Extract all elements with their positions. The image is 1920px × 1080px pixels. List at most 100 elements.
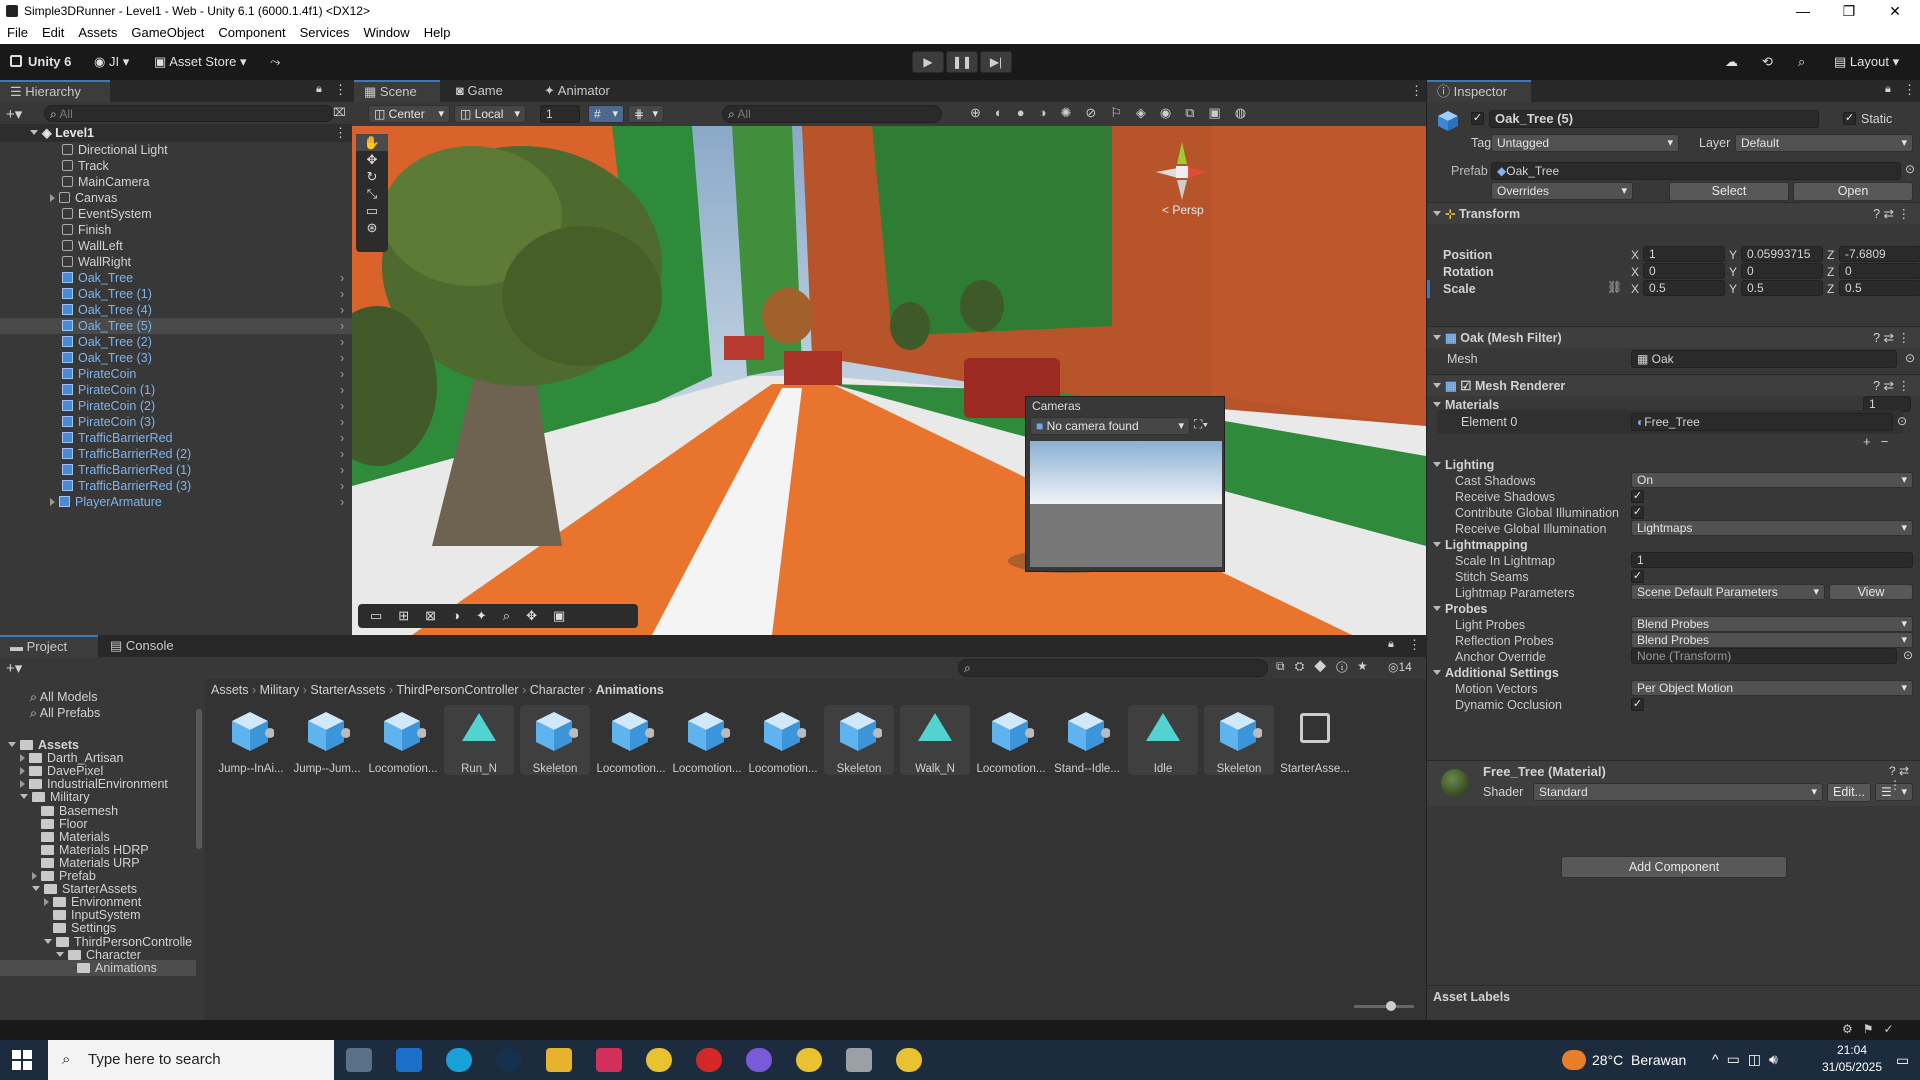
mesh-field[interactable]: ▦ Oak [1631,350,1897,368]
expand-arrow-icon[interactable] [50,498,55,506]
axis-y-label[interactable]: Y [1729,280,1737,298]
axis-y-label[interactable]: Y [1729,263,1737,281]
axis-z-label[interactable]: Z [1827,263,1834,281]
persp-label[interactable]: < Persp [1162,203,1204,217]
reflection-probes-dropdown[interactable]: Blend Probes [1631,632,1913,648]
add-component-button[interactable]: Add Component [1561,856,1787,878]
expand-arrow-icon[interactable] [44,898,49,907]
expand-arrow-icon[interactable] [20,794,28,800]
inspector-kebab-icon[interactable]: ⋮ [1903,82,1916,98]
menu-file[interactable]: File [0,23,35,42]
axis-z-label[interactable]: Z [1827,246,1834,264]
maximize-button[interactable]: ❐ [1826,0,1872,23]
tab-inspector[interactable]: ⓘ Inspector [1427,80,1531,102]
pivot-dropdown[interactable]: ◫ Center [368,105,450,123]
create-asset-button[interactable]: +▾ [6,659,22,677]
anchor-override-field[interactable]: None (Transform) [1631,648,1897,664]
expand-arrow-icon[interactable] [44,938,52,944]
expand-arrow-icon[interactable] [30,130,38,135]
menu-assets[interactable]: Assets [71,23,124,42]
expand-arrow-icon[interactable] [20,767,25,776]
asset-item[interactable]: Locomotion... [596,705,666,775]
orientation-gizmo[interactable] [1152,138,1212,202]
asset-item[interactable]: Skeleton [1204,705,1274,775]
add-object-button[interactable]: +▾ [6,105,22,123]
material-header[interactable]: Free_Tree (Material) Shader Standard Edi… [1427,760,1920,806]
hierarchy-row[interactable]: TrafficBarrierRed (3) › [0,478,352,494]
hierarchy-row[interactable]: EventSystem [0,206,352,222]
asset-item[interactable]: Idle [1128,705,1198,775]
asset-item[interactable]: Locomotion... [976,705,1046,775]
hierarchy-search-input[interactable]: ⌕ All [44,105,334,122]
crumb-thirdperson[interactable]: ThirdPersonController [396,683,518,697]
tab-hierarchy[interactable]: ☰ Hierarchy [0,80,110,102]
lock-icon[interactable]: 🔒︎ [316,83,322,96]
asset-item[interactable]: Stand--Idle... [1052,705,1122,775]
pause-button[interactable]: ❚❚ [946,51,978,73]
asset-item[interactable]: Locomotion... [748,705,818,775]
hierarchy-row[interactable]: WallLeft [0,238,352,254]
rect-tool-icon[interactable]: ▭ [356,202,388,219]
task-view-icon[interactable] [346,1048,372,1072]
hierarchy-row[interactable]: TrafficBarrierRed (1) › [0,462,352,478]
crumb-military[interactable]: Military [260,683,300,697]
hierarchy-row[interactable]: PlayerArmature › [0,494,352,510]
chevron-right-icon[interactable]: › [340,334,344,350]
receive-gi-dropdown[interactable]: Lightmaps [1631,520,1913,536]
asset-store-button[interactable]: ▣ Asset Store ▾ [154,51,247,73]
hierarchy-row[interactable]: Oak_Tree (1) › [0,286,352,302]
cast-shadows-dropdown[interactable]: On [1631,472,1913,488]
step-button[interactable]: ▶| [980,51,1012,73]
space-dropdown[interactable]: ◫ Local [454,105,526,123]
tag-dropdown[interactable]: Untagged [1491,134,1679,152]
link-scale-icon[interactable]: ⛓ [1607,280,1622,294]
lightmap-view-button[interactable]: View [1829,584,1913,600]
overrides-dropdown[interactable]: Overrides [1491,182,1633,200]
move-tool-icon[interactable]: ✥ [356,151,388,168]
axis-z-label[interactable]: Z [1827,280,1834,298]
menu-gameobject[interactable]: GameObject [124,23,211,42]
transform-rotation-z-input[interactable]: 0 [1839,263,1920,279]
tab-project[interactable]: ▬ Project [0,635,98,657]
scene-bottom-overlay[interactable]: ▭⊞⊠◑✦⌕✥▣ [358,604,638,628]
layer-dropdown[interactable]: Default [1735,134,1913,152]
account-button[interactable]: ◉ JI ▾ [94,51,129,73]
lightmap-parameters-dropdown[interactable]: Scene Default Parameters [1631,584,1825,600]
hierarchy-row[interactable]: PirateCoin › [0,366,352,382]
minimize-button[interactable]: — [1780,0,1826,23]
menu-edit[interactable]: Edit [35,23,71,42]
select-button[interactable]: Select [1669,182,1789,201]
dynamic-occlusion-checkbox[interactable]: ✓ [1631,698,1644,711]
transform-rotation-y-input[interactable]: 0 [1741,263,1823,279]
hierarchy-row[interactable]: Canvas [0,190,352,206]
hierarchy-row[interactable]: Oak_Tree (3) › [0,350,352,366]
chrome-profile-icon[interactable] [796,1048,822,1072]
axis-y-label[interactable]: Y [1729,246,1737,264]
hierarchy-row[interactable]: Directional Light [0,142,352,158]
chrome-icon[interactable] [646,1048,672,1072]
hand-tool-icon[interactable]: ✋ [356,134,388,151]
chevron-right-icon[interactable]: › [340,286,344,302]
component-header-icons[interactable]: ? ⇄ ⋮ [1873,203,1910,225]
expand-arrow-icon[interactable] [20,780,25,789]
axis-x-label[interactable]: X [1631,263,1639,281]
transform-position-y-input[interactable]: 0.05993715 [1741,246,1823,262]
menu-component[interactable]: Component [211,23,292,42]
unity-hub-icon[interactable] [846,1048,872,1072]
hierarchy-row[interactable]: Finish [0,222,352,238]
expand-arrow-icon[interactable] [32,872,37,880]
material-field[interactable]: ◐Free_Tree [1631,413,1893,431]
clock-time[interactable]: 21:04 [1820,1043,1884,1057]
scene-visibility-icon[interactable]: ⌧ [333,106,346,119]
history-icon[interactable]: ⟲ [1762,51,1773,73]
hierarchy-row[interactable]: Oak_Tree › [0,270,352,286]
windows-start-icon[interactable] [12,1050,32,1070]
stitch-seams-checkbox[interactable]: ✓ [1631,570,1644,583]
object-name-input[interactable]: Oak_Tree (5) [1489,110,1819,128]
menu-help[interactable]: Help [417,23,458,42]
asset-labels-section[interactable]: Asset Labels [1427,985,1920,1007]
component-header-icons[interactable]: ? ⇄ ⋮ [1873,327,1910,349]
file-explorer-icon[interactable] [546,1048,572,1072]
steam-icon[interactable] [496,1048,522,1072]
tab-game[interactable]: ◙ Game [446,80,511,102]
